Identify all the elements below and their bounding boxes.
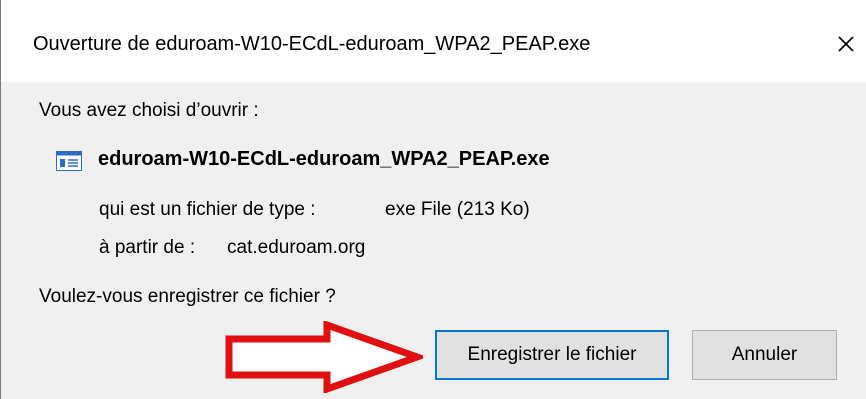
title-bar: Ouverture de eduroam-W10-ECdL-eduroam_WP…	[1, 0, 866, 82]
intro-text: Vous avez choisi d’ouvrir :	[39, 100, 259, 121]
exe-file-icon	[56, 151, 82, 171]
file-source-value: cat.eduroam.org	[227, 237, 366, 258]
save-file-button[interactable]: Enregistrer le fichier	[435, 330, 669, 380]
save-question: Voulez-vous enregistrer ce fichier ?	[39, 286, 336, 307]
file-type-value: exe File (213 Ko)	[385, 199, 530, 220]
file-name: eduroam-W10-ECdL-eduroam_WPA2_PEAP.exe	[98, 148, 550, 170]
file-source-label: à partir de :	[99, 237, 196, 258]
red-arrow-annotation	[225, 321, 423, 393]
file-type-label: qui est un fichier de type :	[99, 199, 316, 220]
dialog-title: Ouverture de eduroam-W10-ECdL-eduroam_WP…	[33, 33, 591, 55]
close-icon[interactable]	[830, 28, 862, 60]
download-dialog: Ouverture de eduroam-W10-ECdL-eduroam_WP…	[0, 0, 866, 399]
cancel-button[interactable]: Annuler	[692, 330, 837, 380]
